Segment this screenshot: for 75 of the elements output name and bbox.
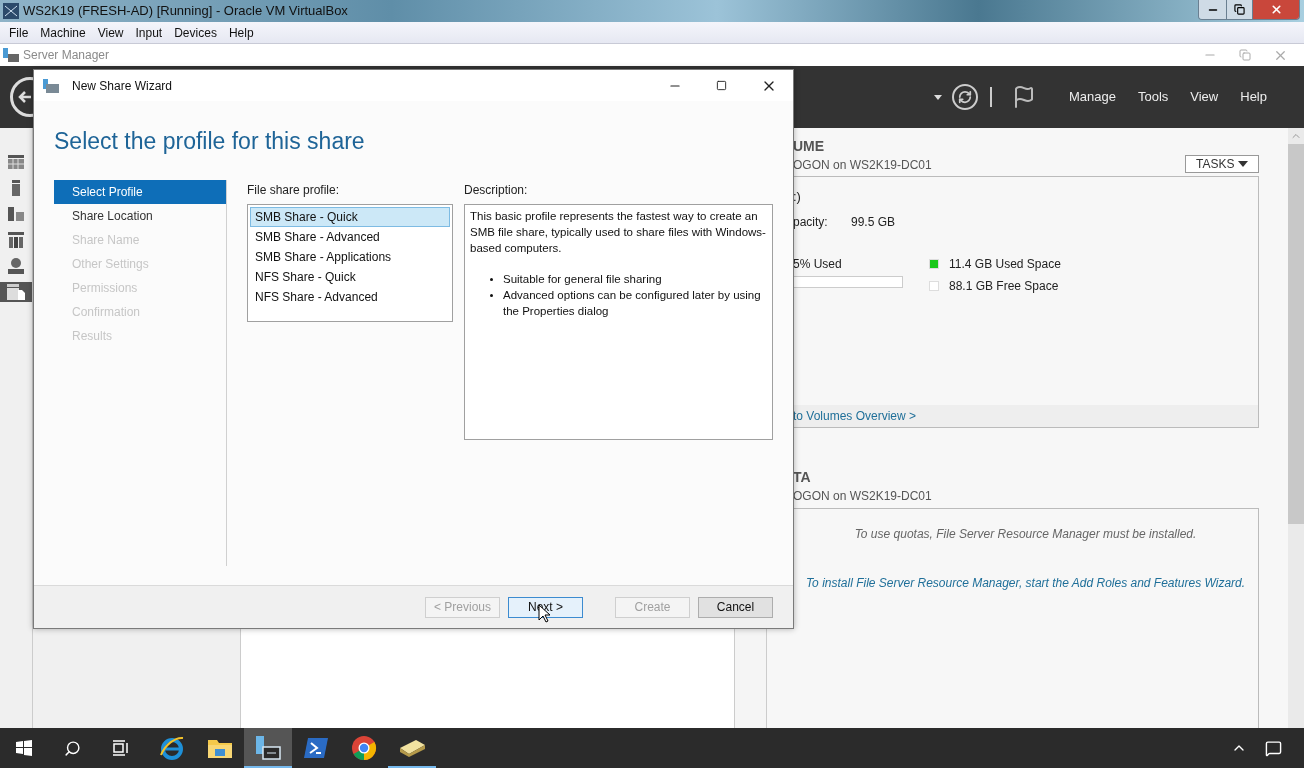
search-icon xyxy=(63,739,81,757)
menu-item[interactable]: File xyxy=(3,23,35,42)
menu-item[interactable]: Input xyxy=(129,23,169,42)
legend-label: 11.4 GB Used Space xyxy=(949,255,1061,273)
section-subtitle: OGON on WS2K19-DC01 xyxy=(793,488,933,505)
profile-item[interactable]: SMB Share - Quick xyxy=(250,207,450,227)
install-link[interactable]: To install File Server Resource Manager, start the Add Roles and Features Wizard. xyxy=(805,574,1246,592)
task-view-icon xyxy=(111,740,129,756)
scrollbar-thumb[interactable] xyxy=(1288,144,1304,524)
profile-item[interactable]: SMB Share - Advanced xyxy=(250,227,450,247)
close-icon xyxy=(1269,3,1283,16)
window-title: WS2K19 (FRESH-AD) [Running] - Oracle VM VirtualBox xyxy=(23,2,348,21)
volumes-overview-link[interactable]: to Volumes Overview > xyxy=(793,407,917,425)
wizard-button[interactable]: Cancel xyxy=(698,596,773,618)
refresh-button[interactable] xyxy=(951,84,978,110)
used-percent: 5% Used xyxy=(793,255,843,273)
menu-item[interactable]: Devices xyxy=(168,23,223,42)
app-icon xyxy=(3,3,19,19)
server-manager-icon xyxy=(254,735,282,761)
drive-label: :) xyxy=(793,188,802,206)
nav-item[interactable] xyxy=(0,282,32,302)
notifications-icon[interactable] xyxy=(1265,739,1282,757)
bullet-text: Suitable for general file sharing xyxy=(503,272,662,287)
section-subtitle: OGON on WS2K19-DC01 xyxy=(793,157,932,174)
folder-icon xyxy=(207,737,233,759)
restore-icon xyxy=(1234,4,1245,15)
menu-item[interactable]: View xyxy=(91,23,130,42)
share-folder-icon xyxy=(43,78,59,93)
servers-icon xyxy=(8,207,24,221)
server-manager-icon xyxy=(3,48,19,62)
field-label: Description: xyxy=(464,182,529,199)
bullet-icon xyxy=(490,294,493,297)
section-heading: TA xyxy=(793,469,812,485)
maximize-icon[interactable] xyxy=(716,80,727,91)
tasks-button[interactable]: TASKS xyxy=(1185,155,1259,173)
bullet-text: Advanced options can be configured later by using the Properties dialog xyxy=(503,288,762,319)
capacity-value: 99.5 GB xyxy=(851,213,896,231)
chrome-icon xyxy=(351,735,377,761)
bullet-icon xyxy=(490,278,493,281)
refresh-icon xyxy=(957,90,972,104)
caret-icon xyxy=(1238,161,1248,167)
minimize-button[interactable] xyxy=(1199,0,1227,19)
header-menu-item[interactable]: Manage xyxy=(1057,87,1127,107)
field-label: File share profile: xyxy=(247,182,341,199)
wizard-heading: Select the profile for this share xyxy=(54,127,366,155)
description-text: This basic profile represents the fastest way to create an SMB file share, typically used to share files with Windows-based computers. xyxy=(470,209,767,256)
profile-item[interactable]: NFS Share - Quick xyxy=(250,267,450,287)
wizard-step[interactable]: Select Profile xyxy=(54,180,226,204)
windows-logo-icon xyxy=(16,740,32,756)
header-menu-item[interactable]: Help xyxy=(1229,87,1278,107)
profile-item[interactable]: NFS Share - Advanced xyxy=(250,287,450,307)
scrollbar[interactable] xyxy=(1288,128,1304,728)
folder-icon xyxy=(7,284,25,300)
capacity-label: pacity: xyxy=(793,213,829,231)
menu-item[interactable]: Machine xyxy=(34,23,92,42)
restore-button[interactable] xyxy=(1227,0,1253,19)
header-menu-item[interactable]: View xyxy=(1179,87,1230,107)
profile-item[interactable]: SMB Share - Applications xyxy=(250,247,450,267)
browser-e-icon xyxy=(159,735,185,761)
scanner-icon xyxy=(398,738,426,758)
arrow-left-icon xyxy=(18,91,32,103)
quota-message: To use quotas, File Server Resource Manager must be installed. xyxy=(854,526,1197,543)
window-title: New Share Wizard xyxy=(72,77,173,95)
wizard-step[interactable]: Share Location xyxy=(54,204,226,228)
terminal-icon xyxy=(303,737,329,759)
caret-icon[interactable] xyxy=(933,94,942,100)
header-menu-item[interactable]: Tools xyxy=(1126,87,1180,107)
server-icon xyxy=(12,180,20,196)
menu-item[interactable]: Help xyxy=(222,23,260,42)
grid-icon xyxy=(8,155,24,169)
section-heading: UME xyxy=(793,138,826,154)
legend-label: 88.1 GB Free Space xyxy=(949,277,1059,295)
server-group-icon xyxy=(8,232,24,248)
taskbar-app[interactable] xyxy=(244,728,292,768)
window-title: Server Manager xyxy=(23,47,110,64)
